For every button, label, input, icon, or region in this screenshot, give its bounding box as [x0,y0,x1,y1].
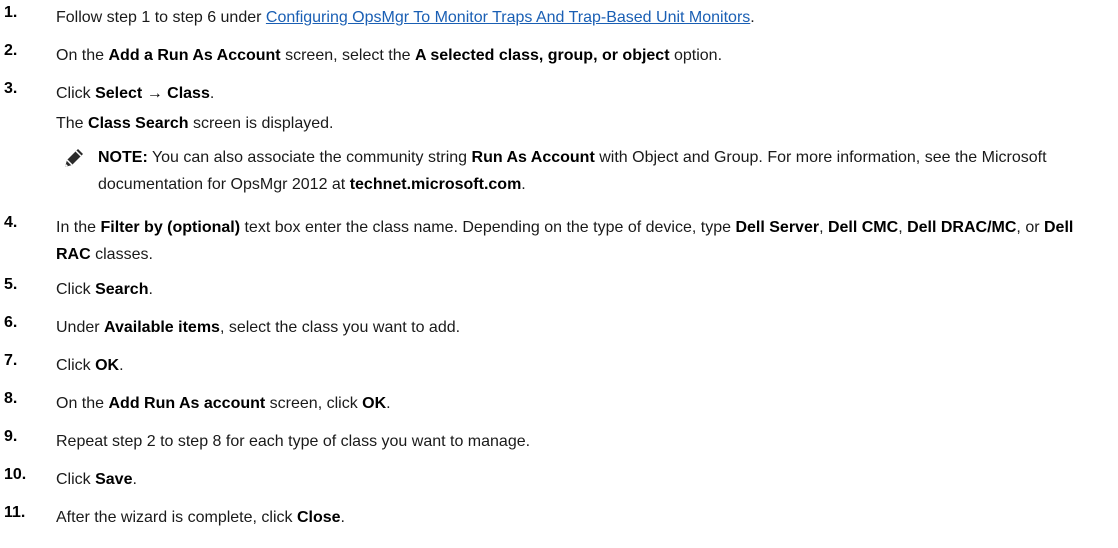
text-run: After the wizard is complete, click [56,509,297,526]
ui-term: Available items [104,319,220,336]
text-run: , or [1016,219,1044,236]
text-run: . [750,9,755,26]
ui-term: Save [95,471,133,488]
ui-term: Filter by (optional) [100,219,241,236]
text-run: The [56,115,89,132]
configuring-opsmgr-link[interactable]: Configuring OpsMgr To Monitor Traps And … [266,9,750,26]
step-number: 9. [4,428,18,445]
text-run: On the [56,47,109,64]
step-text: Click OK. [56,352,1106,379]
ui-term: Dell DRAC/MC [907,219,1017,236]
step-text: In the Filter by (optional) text box ent… [56,214,1106,268]
text-run: Click [56,281,96,298]
text-run: . [209,85,215,102]
step-text: Follow step 1 to step 6 under Configurin… [56,4,1106,31]
text-run: text box enter the class name. Depending… [240,219,736,236]
step-number: 6. [4,314,18,331]
step-number: 4. [4,214,18,231]
step-text: Repeat step 2 to step 8 for each type of… [56,428,1106,455]
step-number: 8. [4,390,18,407]
text-run: screen, click [265,395,363,412]
step-number: 1. [4,4,18,21]
step-text: Click Search. [56,276,1106,303]
text-run: Click [56,85,96,102]
ui-term: OK [95,357,120,374]
text-run: Click [56,471,96,488]
ui-term: Search [95,281,149,298]
step-number: 2. [4,42,18,59]
text-run: classes. [90,246,153,263]
step-text: Click Select → Class. [56,80,1106,107]
text-run: On the [56,395,109,412]
procedure-document: 1. Follow step 1 to step 6 under Configu… [0,0,1118,548]
text-run: , select the class you want to add. [219,319,461,336]
ui-term: Dell CMC [827,219,899,236]
ui-term: A selected class, group, or object [414,47,670,64]
ui-term: Select → Class [95,85,210,102]
ui-term: technet.microsoft.com [349,176,522,193]
step-3-result: The Class Search screen is displayed. [56,110,334,137]
ui-term: Add Run As account [108,395,266,412]
step-number: 7. [4,352,18,369]
step-number: 11. [4,504,26,521]
text-run: . [521,176,526,193]
text-run: Follow step 1 to step 6 under [56,9,266,26]
text-run: Click [56,357,96,374]
ui-term: Add a Run As Account [108,47,281,64]
text-run: , [898,219,908,236]
text-run: screen is displayed. [188,115,334,132]
step-number: 3. [4,80,18,97]
step-text: Under Available items, select the class … [56,314,1106,341]
text-run: . [119,357,124,374]
ui-term: Close [296,509,341,526]
ui-term: OK [362,395,387,412]
text-run: In the [56,219,101,236]
ui-term: Dell Server [735,219,820,236]
text-run: You can also associate the community str… [147,149,472,166]
text-run: Repeat step 2 to step 8 for each type of… [56,433,531,450]
text-run: , [819,219,828,236]
text-run: option. [669,47,723,64]
step-text: Click Save. [56,466,1106,493]
text-run: . [386,395,391,412]
step-text: On the Add Run As account screen, click … [56,390,1106,417]
step-number: 10. [4,466,27,483]
step-number: 5. [4,276,18,293]
note-callout: NOTE: You can also associate the communi… [98,144,1108,198]
pencil-note-icon [62,146,86,170]
text-run: . [132,471,137,488]
text-run: . [340,509,345,526]
ui-term: Class Search [88,115,189,132]
text-run: screen, select the [280,47,415,64]
note-label: NOTE: [98,149,148,166]
step-text: On the Add a Run As Account screen, sele… [56,42,1106,69]
step-text: After the wizard is complete, click Clos… [56,504,1106,531]
ui-term: Run As Account [471,149,595,166]
text-run: Under [56,319,105,336]
text-run: . [148,281,153,298]
